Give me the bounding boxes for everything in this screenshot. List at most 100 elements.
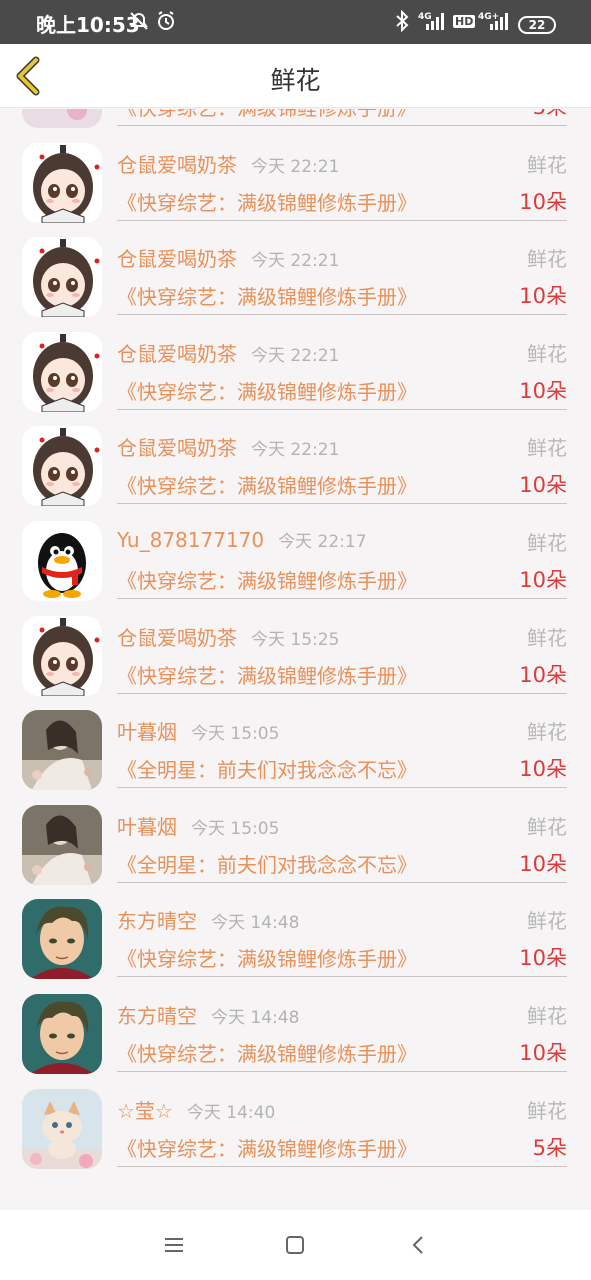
gift-list-item[interactable]: 仓鼠爱喝奶茶 今天 22:21 鲜花《快穿综艺：满级锦鲤修炼手册》 10朵 [0, 410, 591, 507]
bluetooth-icon [394, 9, 410, 36]
book-title-link[interactable]: 《全明星：前夫们对我念念不忘》 [117, 754, 417, 783]
user-name[interactable]: 东方晴空 [117, 909, 197, 933]
page-title: 鲜花 [270, 66, 321, 95]
gift-time: 今天 15:05 [191, 724, 280, 745]
avatar-portrait[interactable] [22, 804, 102, 885]
gift-time: 今天 14:48 [211, 1007, 300, 1028]
nav-menu-button[interactable] [161, 1232, 187, 1258]
gift-list-item[interactable]: 恍然若浮生今天 22:29鲜花《快穿综艺：满级锦鲤修炼手册》3朵 [0, 109, 591, 128]
gift-list-item[interactable]: 仓鼠爱喝奶茶 今天 15:25 鲜花《快穿综艺：满级锦鲤修炼手册》 10朵 [0, 600, 591, 696]
gift-quantity: 10朵 [519, 946, 567, 971]
app-header: 鲜花 [0, 44, 591, 108]
gift-type: 鲜花 [527, 909, 567, 934]
row-divider [117, 1165, 567, 1167]
nav-back-button[interactable] [406, 1232, 432, 1258]
book-title-link[interactable]: 《快穿综艺：满级锦鲤修炼手册》 [117, 376, 417, 405]
gift-quantity: 10朵 [519, 851, 567, 876]
user-name[interactable]: 仓鼠爱喝奶茶 [117, 153, 237, 177]
user-name[interactable]: Yu_878177170 [117, 528, 264, 552]
gift-quantity: 10朵 [519, 473, 567, 498]
menu-icon [165, 1238, 183, 1252]
gift-type: 鲜花 [527, 152, 567, 177]
gift-type: 鲜花 [527, 1098, 567, 1123]
user-name[interactable]: 叶暮烟 [117, 815, 177, 839]
avatar-chibi-girl[interactable] [22, 426, 102, 507]
book-title-link[interactable]: 《快穿综艺：满级锦鲤修炼手册》 [117, 1038, 417, 1067]
gift-quantity: 10朵 [519, 189, 567, 214]
gift-quantity: 5朵 [532, 1135, 567, 1160]
user-name[interactable]: 仓鼠爱喝奶茶 [117, 247, 237, 271]
avatar-chibi-girl[interactable] [22, 615, 102, 696]
user-name[interactable]: 仓鼠爱喝奶茶 [117, 342, 237, 366]
book-title-link[interactable]: 《快穿综艺：满级锦鲤修炼手册》 [117, 1133, 417, 1162]
system-nav-bar [0, 1210, 591, 1280]
avatar-blossom[interactable] [22, 109, 102, 128]
gift-quantity: 10朵 [519, 284, 567, 309]
gift-list-item[interactable]: 仓鼠爱喝奶茶 今天 22:21 鲜花《快穿综艺：满级锦鲤修炼手册》 10朵 [0, 221, 591, 318]
book-title-link[interactable]: 《快穿综艺：满级锦鲤修炼手册》 [117, 109, 417, 121]
avatar-portrait[interactable] [22, 710, 102, 791]
gift-type: 鲜花 [527, 814, 567, 839]
gift-time: 今天 22:21 [251, 251, 340, 272]
signal-icon-2 [488, 10, 510, 36]
gift-list[interactable]: 恍然若浮生今天 22:29鲜花《快穿综艺：满级锦鲤修炼手册》3朵仓鼠爱喝奶茶今天… [0, 109, 591, 1207]
home-icon [286, 1236, 304, 1254]
gift-type: 鲜花 [527, 436, 567, 461]
book-title-link[interactable]: 《全明星：前夫们对我念念不忘》 [117, 849, 417, 878]
gift-time: 今天 22:21 [251, 345, 340, 366]
book-title-link[interactable]: 《快穿综艺：满级锦鲤修炼手册》 [117, 565, 417, 594]
gift-time: 今天 15:05 [191, 818, 280, 839]
gift-quantity: 3朵 [533, 109, 567, 121]
gift-list-item[interactable]: Yu_878177170 今天 22:17 鲜花《快穿综艺：满级锦鲤修炼手册》 10朵 [0, 505, 591, 601]
gift-list-item[interactable]: 叶暮烟 今天 15:05 鲜花《全明星：前夫们对我念念不忘》 10朵 [0, 694, 591, 791]
gift-quantity: 10朵 [519, 567, 567, 592]
gift-quantity: 10朵 [519, 757, 567, 782]
gift-list-item[interactable]: 叶暮烟 今天 15:05 鲜花《全明星：前夫们对我念念不忘》 10朵 [0, 789, 591, 885]
book-title-link[interactable]: 《快穿综艺：满级锦鲤修炼手册》 [117, 943, 417, 972]
avatar-penguin[interactable] [22, 520, 102, 601]
gift-time: 今天 14:48 [211, 913, 300, 934]
avatar-kitten[interactable] [22, 1088, 102, 1169]
avatar-chibi-girl[interactable] [22, 142, 102, 223]
avatar-anime-boy[interactable] [22, 993, 102, 1074]
gift-type: 鲜花 [527, 530, 567, 555]
book-title-link[interactable]: 《快穿综艺：满级锦鲤修炼手册》 [117, 281, 417, 310]
nav-home-button[interactable] [282, 1232, 308, 1258]
battery-indicator: 22 [518, 16, 556, 34]
signal-icon [424, 10, 446, 36]
gift-type: 鲜花 [527, 720, 567, 745]
gift-quantity: 10朵 [519, 662, 567, 687]
user-name[interactable]: 叶暮烟 [117, 720, 177, 744]
mute-icon [128, 10, 150, 36]
gift-time: 今天 22:17 [278, 531, 367, 552]
status-time: 晚上10:53 [36, 13, 140, 37]
status-bar: 晚上10:53 4G HD 4G+ 22 [0, 0, 591, 44]
gift-time: 今天 22:21 [251, 156, 340, 177]
book-title-link[interactable]: 《快穿综艺：满级锦鲤修炼手册》 [117, 660, 417, 689]
gift-quantity: 10朵 [519, 1040, 567, 1065]
avatar-chibi-girl[interactable] [22, 237, 102, 318]
gift-time: 今天 15:25 [251, 629, 340, 650]
user-name[interactable]: 东方晴空 [117, 1004, 197, 1028]
book-title-link[interactable]: 《快穿综艺：满级锦鲤修炼手册》 [117, 187, 417, 216]
user-name[interactable]: 仓鼠爱喝奶茶 [117, 626, 237, 650]
gift-type: 鲜花 [527, 1003, 567, 1028]
gift-type: 鲜花 [527, 247, 567, 272]
gift-type: 鲜花 [527, 341, 567, 366]
gift-time: 今天 14:40 [186, 1102, 276, 1123]
user-name[interactable]: ☆莹☆ [117, 1099, 173, 1123]
avatar-anime-boy[interactable] [22, 899, 102, 980]
back-icon [412, 1236, 423, 1254]
avatar-chibi-girl[interactable] [22, 331, 102, 412]
gift-type: 鲜花 [527, 625, 567, 650]
gift-list-item[interactable]: 仓鼠爱喝奶茶 今天 22:21 鲜花《快穿综艺：满级锦鲤修炼手册》 10朵 [0, 316, 591, 412]
gift-list-item[interactable]: ☆莹☆ 今天 14:40 鲜花《快穿综艺：满级锦鲤修炼手册》 5朵 [0, 1073, 591, 1169]
gift-quantity: 10朵 [519, 378, 567, 403]
gift-list-item[interactable]: 仓鼠爱喝奶茶 今天 22:21 鲜花《快穿综艺：满级锦鲤修炼手册》 10朵 [0, 127, 591, 223]
alarm-icon [155, 10, 177, 36]
gift-list-item[interactable]: 东方晴空 今天 14:48 鲜花《快穿综艺：满级锦鲤修炼手册》 10朵 [0, 883, 591, 980]
book-title-link[interactable]: 《快穿综艺：满级锦鲤修炼手册》 [117, 470, 417, 499]
user-name[interactable]: 仓鼠爱喝奶茶 [117, 436, 237, 460]
gift-time: 今天 22:21 [251, 440, 340, 461]
gift-list-item[interactable]: 东方晴空 今天 14:48 鲜花《快穿综艺：满级锦鲤修炼手册》 10朵 [0, 978, 591, 1074]
